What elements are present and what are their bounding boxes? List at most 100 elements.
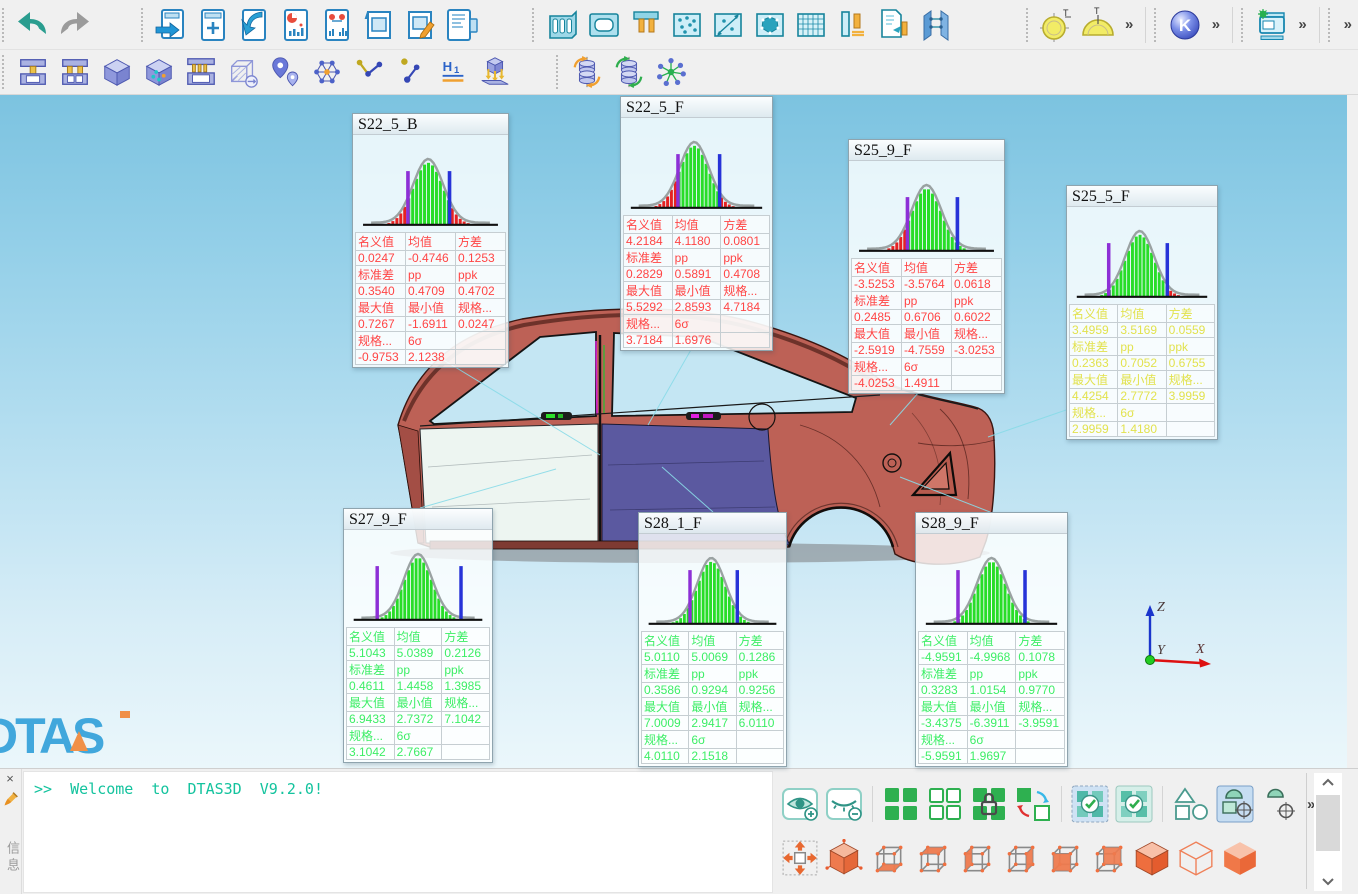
measurement-overflow-button[interactable]: » — [1292, 16, 1312, 33]
popup-title[interactable]: S28_1_F — [639, 513, 786, 534]
match-check-a-icon[interactable] — [1068, 781, 1112, 827]
console-close-button[interactable]: × — [2, 771, 18, 787]
h1-annotation-icon[interactable]: H1 — [432, 50, 474, 94]
import-project-icon[interactable] — [234, 3, 275, 47]
shaded-cube-view-icon[interactable] — [1218, 835, 1262, 881]
stat-popup-s27-9-f[interactable]: S27_9_F 名义值均值方差5.10435.03890.2126标准差pppp… — [343, 508, 493, 763]
shapes-filter-icon[interactable] — [1169, 781, 1213, 827]
kinematics-overflow-button[interactable]: » — [1206, 16, 1226, 33]
right-face-view-icon[interactable] — [998, 835, 1042, 881]
popup-title[interactable]: S25_9_F — [849, 140, 1004, 161]
bottom-face-view-icon[interactable] — [866, 835, 910, 881]
grid-filled-icon[interactable] — [879, 781, 923, 827]
pocket-feature-icon[interactable] — [583, 3, 624, 47]
top-face-view-icon[interactable] — [910, 835, 954, 881]
rotate-cylinder-back-icon[interactable] — [566, 50, 608, 94]
toolbar-grip[interactable] — [556, 55, 562, 89]
solid-cube-view-icon[interactable] — [1130, 835, 1174, 881]
report-distribution-icon[interactable] — [316, 3, 357, 47]
pin-joint-feature-icon[interactable] — [832, 3, 873, 47]
kinematics-icon[interactable]: K — [1164, 3, 1205, 47]
load-arrows-icon[interactable] — [474, 50, 516, 94]
grid-outline-icon[interactable] — [923, 781, 967, 827]
toolbar-grip[interactable] — [2, 8, 8, 42]
stat-popup-s25-9-f[interactable]: S25_9_F 名义值均值方差-3.5253-3.57640.0618标准差pp… — [848, 139, 1005, 394]
rotate-cylinder-forward-icon[interactable] — [608, 50, 650, 94]
toolbar-grip[interactable] — [532, 8, 538, 42]
pin-pair-feature-icon[interactable] — [625, 3, 666, 47]
edit-document-icon[interactable] — [399, 3, 440, 47]
stat-popup-s28-9-f[interactable]: S28_9_F 名义值均值方差-4.9591-4.99680.1078标准差pp… — [915, 512, 1068, 767]
stat-popup-s25-5-f[interactable]: S25_5_F 名义值均值方差3.49593.51690.0559标准差pppp… — [1066, 185, 1218, 440]
console-clear-icon[interactable] — [2, 791, 19, 808]
front-face-view-icon[interactable] — [1042, 835, 1086, 881]
point-cloud-feature-icon[interactable] — [666, 3, 707, 47]
popup-title[interactable]: S22_5_B — [353, 114, 508, 135]
tolerance-angle-icon[interactable]: T — [1078, 3, 1119, 47]
toolbar-grip[interactable] — [141, 8, 147, 42]
feature-target-b-icon[interactable] — [1257, 781, 1301, 827]
scroll-up-button[interactable] — [1314, 773, 1342, 791]
polygon-feature-icon[interactable] — [749, 3, 790, 47]
toolbar-grip[interactable] — [2, 55, 8, 89]
popup-title[interactable]: S25_5_F — [1067, 186, 1217, 207]
document-properties-icon[interactable] — [441, 3, 482, 47]
slot-feature-icon[interactable] — [542, 3, 583, 47]
cube-measure-icon[interactable] — [222, 50, 264, 94]
stat-popup-s22-5-b[interactable]: S22_5_B 名义值均值方差0.0247-0.47460.1253标准差ppp… — [352, 113, 509, 368]
hub-network-icon[interactable] — [650, 50, 692, 94]
toolbar-grip[interactable] — [1328, 8, 1334, 42]
tolerance-circle-icon[interactable]: T — [1036, 3, 1077, 47]
console-output[interactable]: >> Welcome to DTAS3D V9.2.0! — [23, 771, 773, 893]
popup-cell: 规格... — [736, 698, 783, 716]
link-vector-icon[interactable] — [390, 50, 432, 94]
mesh-feature-icon[interactable] — [791, 3, 832, 47]
scroll-thumb[interactable] — [1316, 795, 1340, 851]
scroll-down-button[interactable] — [1314, 873, 1342, 891]
popup-title[interactable]: S22_5_F — [621, 97, 772, 118]
dof-graph-icon[interactable] — [306, 50, 348, 94]
report-pie-icon[interactable] — [275, 3, 316, 47]
pin-document-icon[interactable] — [873, 3, 914, 47]
solid-cube-icon[interactable] — [96, 50, 138, 94]
popup-title[interactable]: S28_9_F — [916, 513, 1067, 534]
feature-target-a-icon[interactable] — [1213, 781, 1257, 827]
toolbar-grip[interactable] — [1241, 8, 1247, 42]
back-face-view-icon[interactable] — [1086, 835, 1130, 881]
wireframe-cube-view-icon[interactable] — [1174, 835, 1218, 881]
new-project-icon[interactable] — [192, 3, 233, 47]
angle-vector-icon[interactable] — [348, 50, 390, 94]
assembly-cube-icon[interactable] — [138, 50, 180, 94]
clamp-single-pin-icon[interactable] — [12, 50, 54, 94]
popup-title[interactable]: S27_9_F — [344, 509, 492, 530]
clamp-multi-pin-icon[interactable] — [180, 50, 222, 94]
frame-document-icon[interactable] — [358, 3, 399, 47]
export-project-icon[interactable] — [151, 3, 192, 47]
undo-button[interactable] — [12, 3, 53, 47]
popup-cell: 方差 — [1166, 305, 1214, 323]
tolerance-overflow-button[interactable]: » — [1119, 16, 1139, 33]
left-face-view-icon[interactable] — [954, 835, 998, 881]
stat-popup-s28-1-f[interactable]: S28_1_F 名义值均值方差5.01105.00690.1286标准差pppp… — [638, 512, 787, 767]
toolbar-grip[interactable] — [1026, 8, 1032, 42]
locator-pins-icon[interactable] — [264, 50, 306, 94]
scrollbar[interactable] — [1314, 773, 1342, 891]
stat-popup-s22-5-f[interactable]: S22_5_F 名义值均值方差4.21844.11800.0801标准差pppp… — [620, 96, 773, 351]
measure-cross-feature-icon[interactable] — [708, 3, 749, 47]
viewport-3d[interactable]: Z Y X DTAS S22_5_B 名义值均值方差0.0247-0.47460… — [0, 95, 1347, 768]
hide-eye-icon[interactable] — [822, 781, 866, 827]
clamp-double-pin-icon[interactable] — [54, 50, 96, 94]
redo-button[interactable] — [53, 3, 94, 47]
fit-view-icon[interactable] — [778, 835, 822, 881]
console-info-tab[interactable]: 信息 — [3, 841, 22, 875]
match-check-b-icon[interactable] — [1112, 781, 1156, 827]
toolbar-overflow-button[interactable]: » — [1338, 16, 1358, 33]
swap-display-icon[interactable] — [1011, 781, 1055, 827]
toolbar-grip[interactable] — [1154, 8, 1160, 42]
show-eye-icon[interactable] — [778, 781, 822, 827]
plane-pair-feature-icon[interactable] — [915, 3, 956, 47]
iso-view-icon[interactable] — [822, 835, 866, 881]
grid-lock-icon[interactable] — [967, 781, 1011, 827]
measurement-station-icon[interactable] — [1251, 3, 1292, 47]
popup-cell: 规格... — [919, 731, 968, 749]
